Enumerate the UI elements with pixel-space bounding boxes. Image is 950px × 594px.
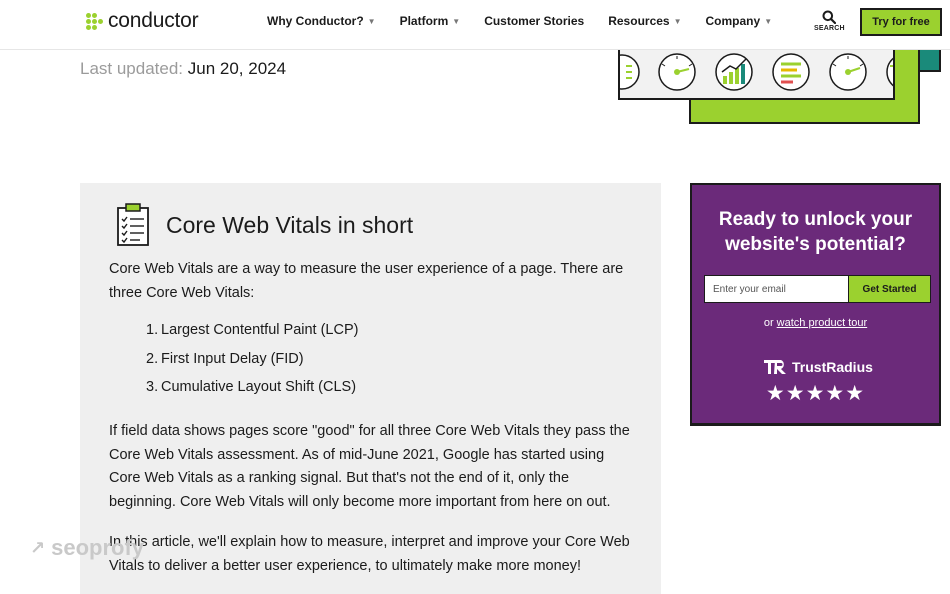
get-started-button[interactable]: Get Started xyxy=(848,276,930,302)
list-item-text: Cumulative Layout Shift (CLS) xyxy=(161,379,357,395)
clipboard-checklist-icon xyxy=(117,203,149,246)
site-header: conductor Why Conductor? ▼ Platform ▼ Cu… xyxy=(0,0,950,50)
search-icon xyxy=(822,10,836,24)
caret-down-icon: ▼ xyxy=(452,16,461,26)
list-item: 1. Largest Contentful Paint (LCP) xyxy=(146,322,358,351)
list-item: 3. Cumulative Layout Shift (CLS) xyxy=(146,379,358,408)
try-for-free-button[interactable]: Try for free xyxy=(860,8,942,36)
list-item-number: 3. xyxy=(146,379,159,395)
trustradius-logo: TrustRadius xyxy=(763,358,873,376)
summary-paragraph: If field data shows pages score "good" f… xyxy=(109,423,630,510)
vitals-list: 1. Largest Contentful Paint (LCP) 2. Fir… xyxy=(146,322,358,408)
caret-down-icon: ▼ xyxy=(367,16,376,26)
arrow-up-right-icon: ↗ xyxy=(30,537,46,558)
nav-label: Resources xyxy=(608,14,670,28)
core-web-vitals-summary: Core Web Vitals in short Core Web Vitals… xyxy=(80,183,661,594)
nav-label: Why Conductor? xyxy=(267,14,364,28)
hero-illustration xyxy=(618,50,895,100)
watermark-text: seoprofy xyxy=(51,535,145,560)
last-updated-label: Last updated: xyxy=(80,59,184,78)
growth-chart-icon xyxy=(715,53,753,91)
seoprofy-watermark: ↗ seoprofy xyxy=(30,535,144,561)
gauge-icon xyxy=(829,53,867,91)
nav-platform[interactable]: Platform ▼ xyxy=(400,14,461,28)
list-item-text: Largest Contentful Paint (LCP) xyxy=(161,322,359,338)
nav-resources[interactable]: Resources ▼ xyxy=(608,14,681,28)
email-input[interactable] xyxy=(705,276,848,302)
conductor-logo-mark-icon xyxy=(86,13,104,30)
gauge-partial-icon xyxy=(886,57,893,87)
nav-company[interactable]: Company ▼ xyxy=(706,14,773,28)
main-nav: Why Conductor? ▼ Platform ▼ Customer Sto… xyxy=(267,14,796,28)
tour-prefix: or xyxy=(763,317,774,329)
nav-why-conductor[interactable]: Why Conductor? ▼ xyxy=(267,14,376,28)
gauge-partial-icon xyxy=(620,54,640,90)
watch-product-tour-link[interactable]: watch product tour xyxy=(777,317,868,329)
summary-intro: Core Web Vitals are a way to measure the… xyxy=(109,261,624,301)
caret-down-icon: ▼ xyxy=(673,16,682,26)
summary-title: Core Web Vitals in short xyxy=(166,211,414,238)
nav-label: Company xyxy=(705,14,761,28)
conductor-logo[interactable]: conductor xyxy=(86,9,199,33)
list-item-number: 1. xyxy=(146,322,159,338)
email-signup-form: Get Started xyxy=(704,275,931,303)
list-item: 2. First Input Delay (FID) xyxy=(146,351,358,380)
signup-cta: Ready to unlock your website's potential… xyxy=(690,183,941,426)
gauge-icon xyxy=(658,53,696,91)
cta-title: Ready to unlock your website's potential… xyxy=(718,209,913,255)
summary-heading: Core Web Vitals in short xyxy=(116,203,413,247)
list-lines-icon xyxy=(772,53,810,91)
search-label: SEARCH xyxy=(814,25,845,32)
brand-name: conductor xyxy=(108,9,199,32)
nav-customer-stories[interactable]: Customer Stories xyxy=(484,14,584,28)
star-rating: ★★★★★ xyxy=(765,382,866,405)
nav-label: Customer Stories xyxy=(484,14,585,28)
summary-paragraph: In this article, we'll explain how to me… xyxy=(109,534,630,574)
list-item-number: 2. xyxy=(146,350,159,367)
caret-down-icon: ▼ xyxy=(764,16,773,26)
trustradius-icon xyxy=(764,360,786,374)
trustradius-name: TrustRadius xyxy=(792,359,873,375)
search-button[interactable]: SEARCH xyxy=(814,10,845,32)
last-updated: Last updated: Jun 20, 2024 xyxy=(80,59,286,79)
product-tour: or watch product tour xyxy=(692,317,939,329)
nav-label: Platform xyxy=(399,14,449,28)
list-item-text: First Input Delay (FID) xyxy=(161,350,304,367)
last-updated-date: Jun 20, 2024 xyxy=(187,59,287,78)
